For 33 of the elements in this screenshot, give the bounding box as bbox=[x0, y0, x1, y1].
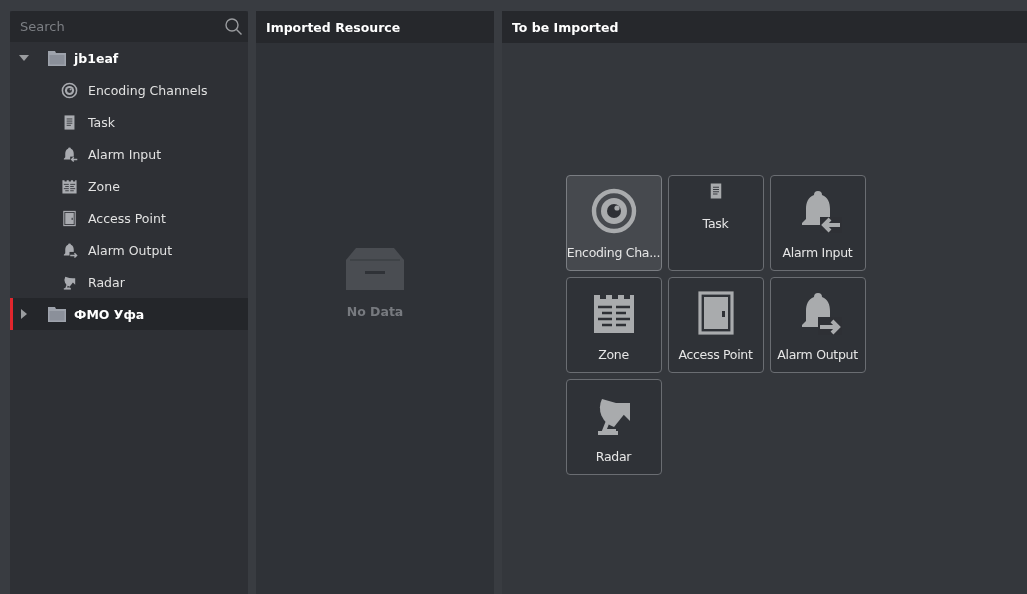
camera-lens-icon bbox=[61, 81, 78, 99]
empty-tray-icon bbox=[346, 248, 404, 290]
folder-icon bbox=[48, 306, 66, 322]
empty-state-text: No Data bbox=[346, 304, 404, 319]
caret-right-icon[interactable] bbox=[19, 309, 29, 319]
tree-item[interactable]: Access Point bbox=[10, 202, 248, 234]
tree-item[interactable]: Radar bbox=[10, 266, 248, 298]
bell-arrow-in-icon bbox=[61, 145, 78, 163]
search-box[interactable]: Search bbox=[10, 11, 248, 42]
search-icon[interactable] bbox=[225, 18, 242, 35]
tree-node[interactable]: ФМО Уфа bbox=[10, 298, 248, 330]
resource-tile[interactable]: Task bbox=[667, 175, 764, 271]
caret-down-icon[interactable] bbox=[19, 53, 29, 63]
tree-item[interactable]: Task bbox=[10, 106, 248, 138]
tree-item[interactable]: Alarm Output bbox=[10, 234, 248, 266]
camera-lens-icon bbox=[589, 187, 638, 235]
resource-tile[interactable]: Radar bbox=[565, 379, 662, 475]
panel-title: Imported Resource bbox=[256, 11, 494, 43]
tree-node[interactable]: jb1eaf bbox=[10, 42, 248, 74]
tree-item[interactable]: Zone bbox=[10, 170, 248, 202]
brick-wall-icon bbox=[61, 177, 78, 195]
resource-tile[interactable]: Alarm Output bbox=[769, 277, 866, 373]
resource-tile[interactable]: Encoding Cha... bbox=[565, 175, 662, 271]
resource-tile[interactable]: Access Point bbox=[667, 277, 764, 373]
search-field[interactable]: Search bbox=[20, 19, 225, 34]
bell-arrow-out-icon bbox=[61, 241, 78, 259]
resource-tile[interactable]: Zone bbox=[565, 277, 662, 373]
folder-icon bbox=[48, 50, 66, 66]
tree-item[interactable]: Alarm Input bbox=[10, 138, 248, 170]
panel-title: To be Imported bbox=[502, 11, 1027, 43]
resource-tile[interactable]: Alarm Input bbox=[769, 175, 866, 271]
tree-item[interactable]: Encoding Channels bbox=[10, 74, 248, 106]
door-icon bbox=[61, 209, 78, 227]
